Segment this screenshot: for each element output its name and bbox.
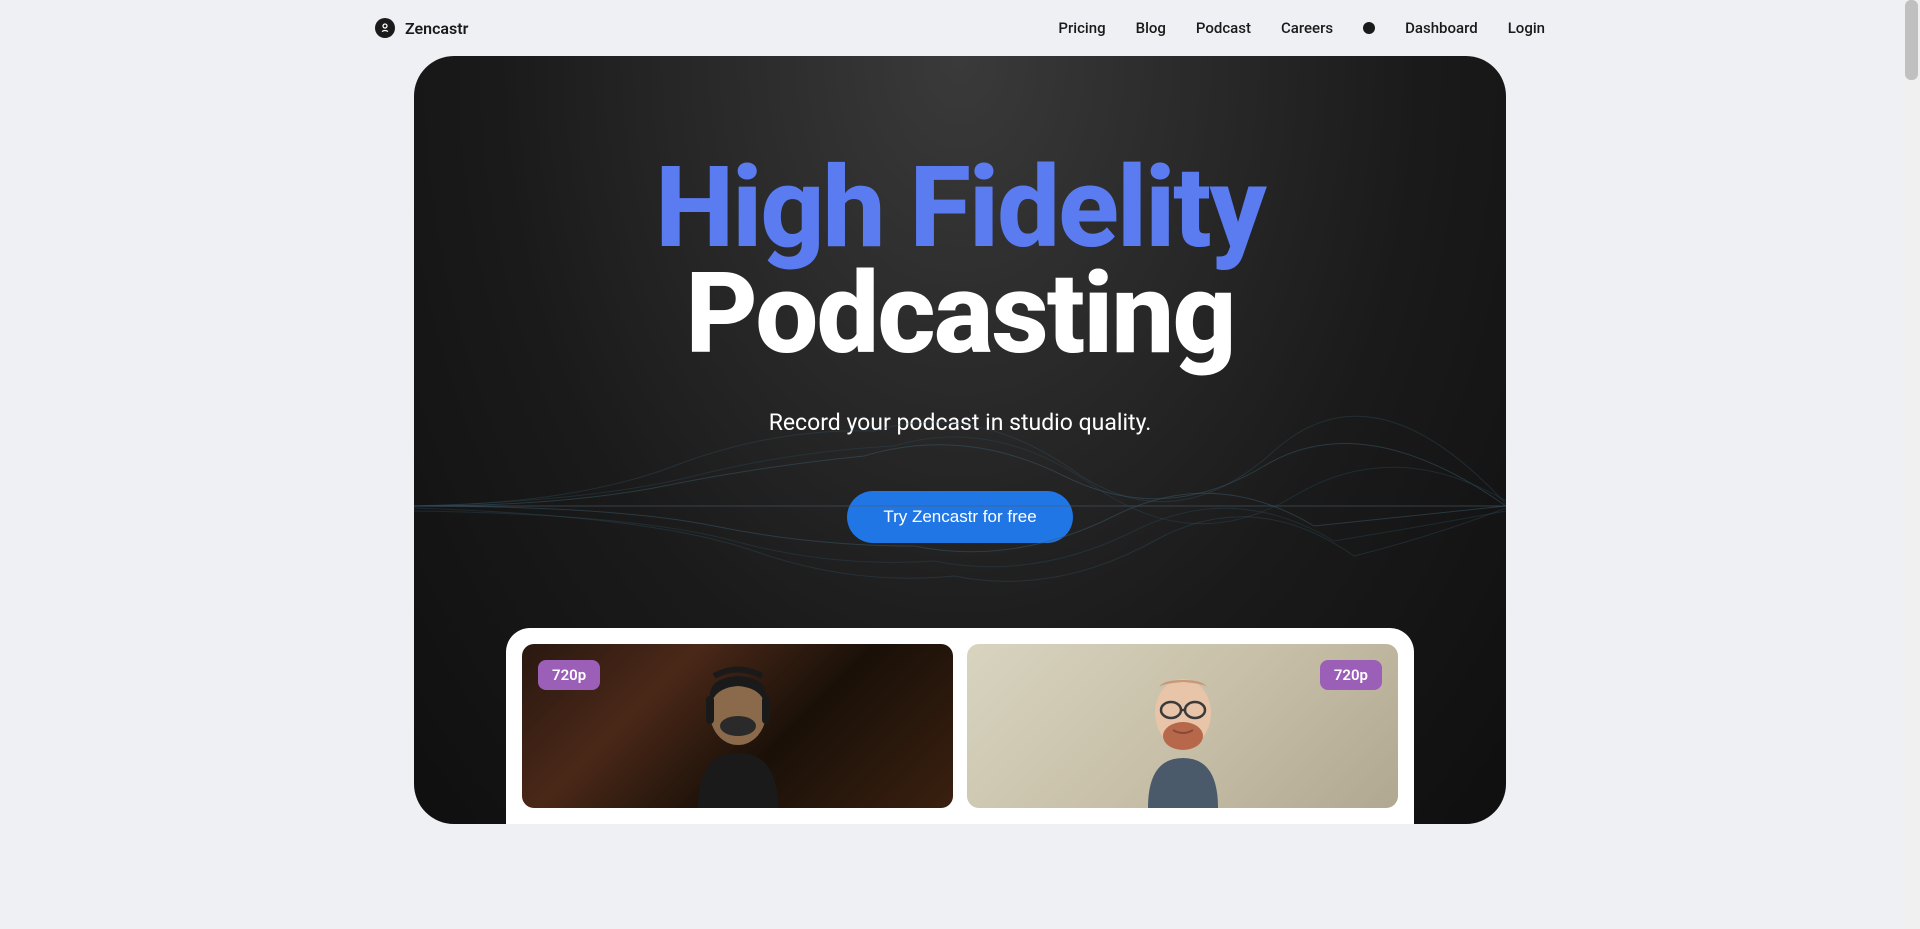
video-tile-left: 720p: [522, 644, 953, 808]
try-free-button[interactable]: Try Zencastr for free: [847, 491, 1072, 543]
zencastr-logo-icon: [375, 18, 395, 38]
logo-text: Zencastr: [405, 19, 468, 38]
scrollbar-track[interactable]: [1903, 0, 1920, 929]
nav-separator-dot-icon: [1363, 22, 1375, 34]
resolution-badge: 720p: [538, 660, 600, 690]
hero-title-line1: High Fidelity: [414, 156, 1506, 262]
hero-title-line2: Podcasting: [414, 262, 1506, 368]
nav-item-login[interactable]: Login: [1508, 19, 1545, 37]
participant-avatar-icon: [1103, 658, 1263, 808]
hero-title: High Fidelity Podcasting: [414, 156, 1506, 369]
nav-item-careers[interactable]: Careers: [1281, 19, 1333, 37]
nav-item-pricing[interactable]: Pricing: [1058, 19, 1105, 37]
scrollbar-thumb[interactable]: [1905, 0, 1918, 80]
main-header: Zencastr Pricing Blog Podcast Careers Da…: [375, 0, 1545, 56]
participant-avatar-icon: [658, 658, 818, 808]
resolution-badge: 720p: [1320, 660, 1382, 690]
hero-section: High Fidelity Podcasting Record your pod…: [414, 56, 1506, 824]
video-panel: 720p 720p: [506, 628, 1414, 824]
video-tile-right: 720p: [967, 644, 1398, 808]
hero-subtitle: Record your podcast in studio quality.: [414, 409, 1506, 436]
logo-section[interactable]: Zencastr: [375, 18, 468, 38]
nav-item-dashboard[interactable]: Dashboard: [1405, 19, 1478, 37]
main-nav: Pricing Blog Podcast Careers Dashboard L…: [1058, 19, 1545, 37]
nav-item-blog[interactable]: Blog: [1136, 19, 1166, 37]
nav-item-podcast[interactable]: Podcast: [1196, 19, 1251, 37]
